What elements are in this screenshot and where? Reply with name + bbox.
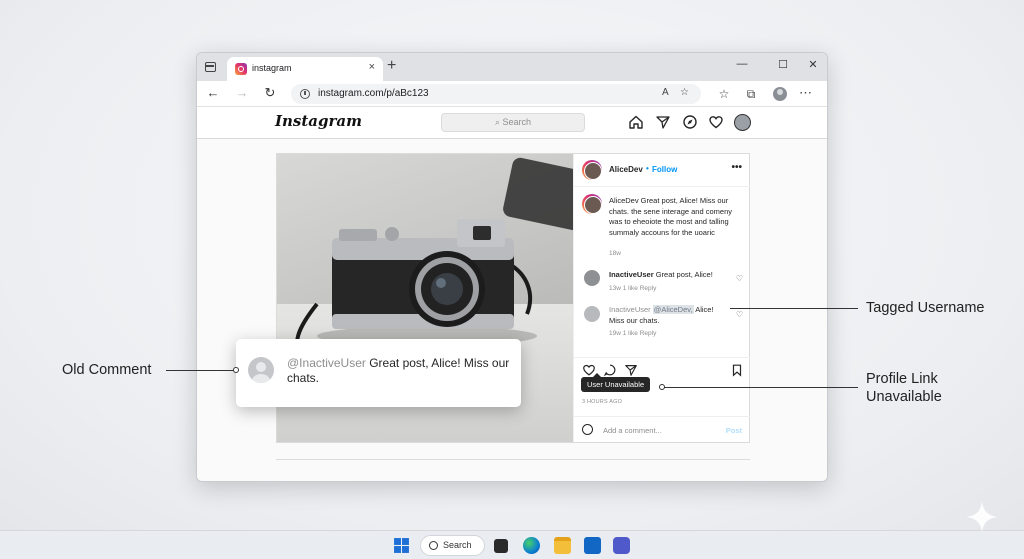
author-avatar[interactable] (582, 160, 602, 180)
windows-start-icon[interactable] (393, 537, 410, 554)
back-button[interactable]: ← (205, 85, 221, 101)
collections-icon[interactable]: ⧉ (743, 86, 759, 102)
forward-button[interactable]: → (234, 85, 250, 101)
favorites-bar-icon[interactable]: ☆ (716, 86, 732, 102)
old-comment-user: @InactiveUser (287, 356, 366, 370)
callout-line (730, 308, 858, 309)
user-unavailable-tooltip: User Unavailable (581, 373, 651, 392)
post-time-ago: 3 HOURS AGO (582, 399, 623, 405)
caption-age: 18w (609, 250, 621, 257)
comment-1-text: Great post, Alice! (655, 270, 713, 279)
tab-title: instagram (252, 63, 292, 73)
more-icon[interactable]: ⋯ (799, 85, 812, 101)
instagram-logo[interactable]: Instagram (275, 112, 362, 130)
comment-2: InactiveUser @AliceDev, Alice! Miss our … (609, 305, 727, 326)
search-placeholder: Search (502, 117, 532, 127)
old-comment-card: @InactiveUser Great post, Alice! Miss ou… (236, 339, 521, 407)
browser-toolbar: ← → ↻ instagram.com/p/aBc123 A ☆ ☆ ⧉ ⋯ (197, 81, 827, 107)
tab-instagram[interactable]: instagram × (227, 57, 383, 81)
add-comment-bar: Add a comment... Post (574, 416, 750, 442)
comment-avatar[interactable] (584, 306, 600, 322)
callout-dot (659, 384, 665, 390)
post-sidebar: AliceDev • Follow ••• AliceDev Great pos… (573, 154, 750, 442)
comment-icon[interactable] (603, 363, 617, 377)
tab-close-icon[interactable]: × (369, 61, 375, 73)
comment-1: InactiveUser Great post, Alice! (609, 270, 727, 281)
tagged-username[interactable]: @AliceDev, (652, 305, 694, 314)
mail-icon[interactable] (584, 537, 601, 554)
post-comment-button[interactable]: Post (726, 426, 742, 435)
heart-icon[interactable] (708, 114, 724, 130)
favorite-icon[interactable]: ☆ (680, 87, 689, 98)
post-caption: AliceDev Great post, Alice! Miss our cha… (609, 196, 732, 237)
follow-separator: • (646, 164, 649, 173)
browser-window: instagram × + — ☐ ✕ ← → ↻ instagram.com/… (196, 52, 828, 482)
comment-avatar[interactable] (584, 270, 600, 286)
follow-button[interactable]: Follow (652, 165, 677, 174)
instagram-page: Instagram ⌕ Search AliceDev • Follow •••… (197, 107, 827, 481)
more-options-icon[interactable]: ••• (731, 162, 742, 173)
site-info-icon[interactable] (300, 89, 310, 99)
instagram-favicon-icon (235, 63, 247, 75)
comment-1-meta: 13w 1 like Reply (609, 285, 657, 292)
profile-icon[interactable] (773, 87, 787, 101)
callout-dot (233, 367, 239, 373)
teams-icon[interactable] (613, 537, 630, 554)
close-window-button[interactable]: ✕ (802, 58, 824, 71)
emoji-icon[interactable] (582, 424, 593, 435)
new-tab-button[interactable]: + (387, 57, 396, 75)
callout-tagged-username: Tagged Username (866, 300, 985, 316)
comment-like-icon[interactable]: ♡ (736, 274, 743, 283)
avatar[interactable] (734, 114, 751, 131)
caption-avatar[interactable] (582, 194, 602, 214)
taskbar-search-label: Search (443, 540, 472, 550)
comment-like-icon[interactable]: ♡ (736, 310, 743, 319)
direct-icon[interactable] (655, 114, 671, 130)
reload-button[interactable]: ↻ (262, 85, 278, 101)
taskbar-search[interactable]: Search (420, 535, 485, 556)
comment-2-user: InactiveUser (609, 305, 651, 314)
minimize-button[interactable]: — (731, 58, 753, 70)
author-username[interactable]: AliceDev (609, 165, 643, 174)
callout-line (166, 370, 234, 371)
add-comment-input[interactable]: Add a comment... (603, 426, 662, 435)
comment-2-meta: 19w 1 like Reply (609, 330, 657, 337)
explore-icon[interactable] (682, 114, 698, 130)
task-view-icon[interactable] (494, 539, 508, 553)
callout-profile-link: Profile Link Unavailable (866, 371, 942, 405)
comment-1-user[interactable]: InactiveUser (609, 270, 654, 279)
maximize-button[interactable]: ☐ (772, 58, 794, 71)
instagram-search-input[interactable]: ⌕ Search (441, 113, 585, 132)
callout-old-comment: Old Comment (62, 362, 152, 378)
bookmark-icon[interactable] (730, 363, 744, 377)
post-header: AliceDev • Follow ••• (574, 154, 750, 187)
url-text: instagram.com/p/aBc123 (318, 88, 429, 99)
sparkle-icon (966, 501, 998, 533)
read-aloud-icon[interactable]: A (662, 87, 669, 98)
file-explorer-icon[interactable] (554, 537, 571, 554)
address-bar[interactable]: instagram.com/p/aBc123 A ☆ (291, 84, 701, 104)
feed-divider (276, 459, 750, 460)
default-avatar-icon (248, 357, 274, 383)
instagram-header: Instagram ⌕ Search (197, 107, 827, 139)
callout-line (664, 387, 858, 388)
tab-actions-icon[interactable] (205, 62, 216, 72)
share-icon[interactable] (624, 363, 638, 377)
tab-bar: instagram × + — ☐ ✕ (197, 53, 827, 81)
edge-icon[interactable] (523, 537, 540, 554)
taskbar: Search (0, 530, 1024, 559)
home-icon[interactable] (628, 114, 644, 130)
old-comment-text: @InactiveUser Great post, Alice! Miss ou… (287, 356, 512, 386)
